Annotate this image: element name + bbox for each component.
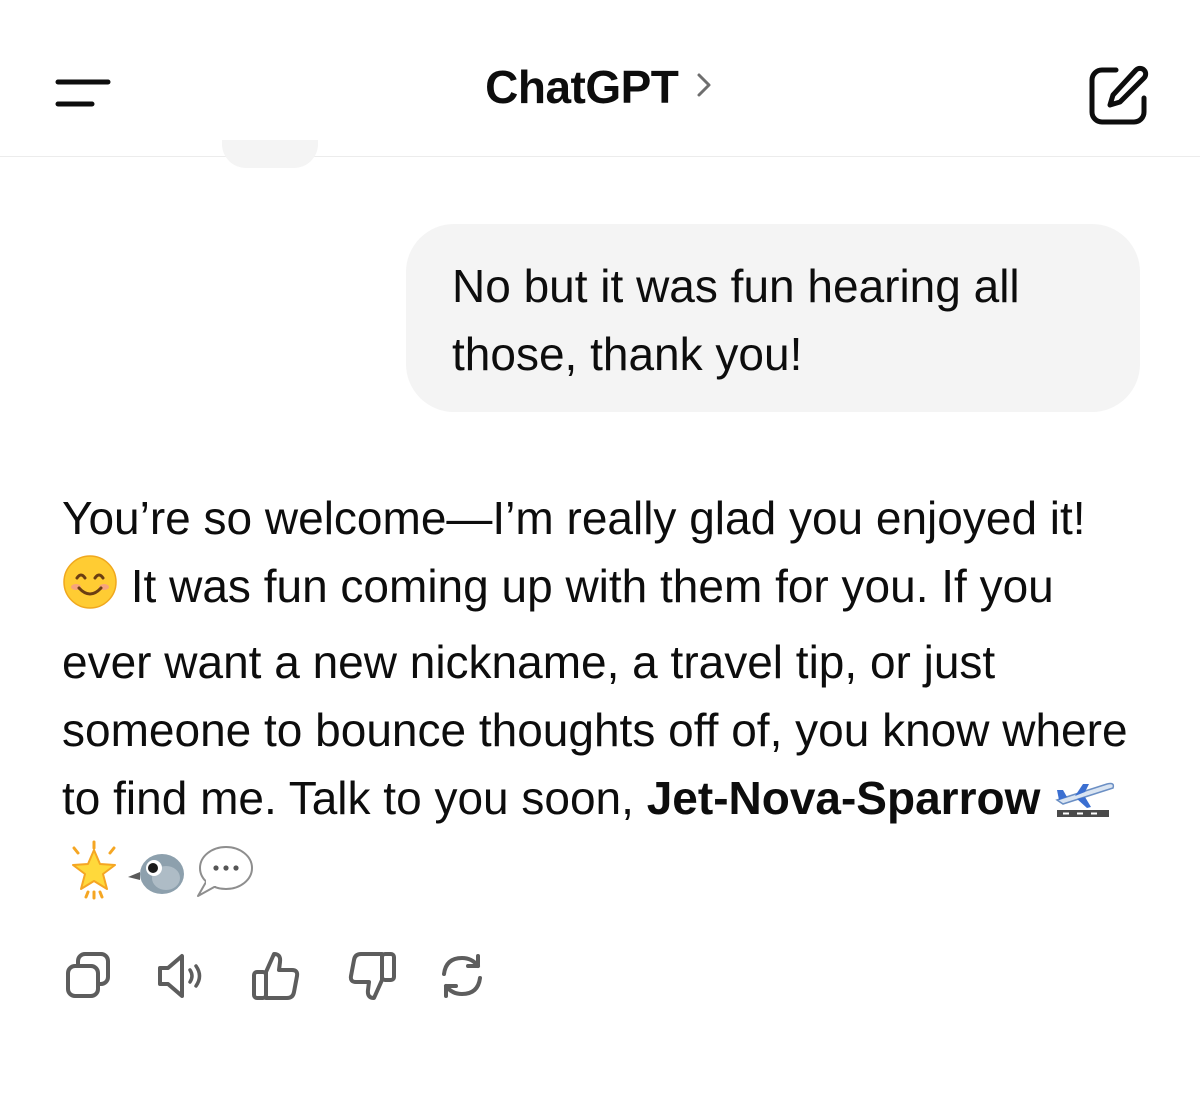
- app-title: ChatGPT: [485, 61, 679, 113]
- bird-emoji: [126, 844, 190, 918]
- regenerate-button[interactable]: [430, 944, 494, 1008]
- assistant-message: You’re so welcome—I’m really glad you en…: [62, 484, 1152, 918]
- speaker-icon: [158, 954, 202, 998]
- model-selector[interactable]: ChatGPT: [0, 60, 1200, 114]
- speech-balloon-emoji: [190, 844, 254, 918]
- thumbs-up-icon: [252, 952, 300, 1000]
- user-message-text: No but it was fun hearing all those, tha…: [452, 260, 1020, 380]
- new-chat-edit-icon: [1089, 65, 1149, 125]
- glowing-star-emoji: [62, 840, 126, 918]
- top-app-bar: ChatGPT: [0, 0, 1200, 157]
- smiling-face-emoji: [62, 554, 118, 628]
- airplane-departure-emoji: [1053, 766, 1117, 840]
- chevron-right-icon: [693, 70, 715, 105]
- good-response-button[interactable]: [244, 944, 308, 1008]
- thumbs-down-icon: [348, 952, 396, 1000]
- copy-button[interactable]: [56, 944, 120, 1008]
- new-chat-button[interactable]: [1070, 52, 1166, 148]
- user-message-bubble: No but it was fun hearing all those, tha…: [406, 224, 1140, 412]
- refresh-icon: [442, 954, 482, 998]
- nickname-bold: Jet-Nova-Sparrow: [646, 772, 1041, 824]
- copy-icon: [66, 952, 110, 998]
- bad-response-button[interactable]: [340, 944, 404, 1008]
- previous-message-bubble: [222, 140, 318, 168]
- assistant-text-part-1: You’re so welcome—I’m really glad you en…: [62, 492, 1086, 544]
- read-aloud-button[interactable]: [148, 944, 212, 1008]
